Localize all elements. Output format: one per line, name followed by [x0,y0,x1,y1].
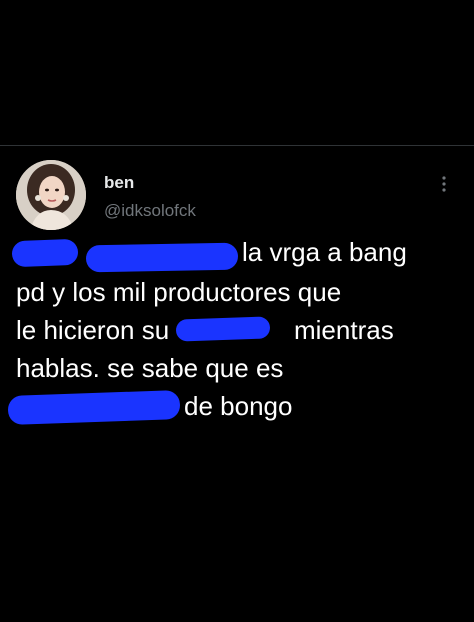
tweet-line-3-end: mientras [294,315,394,345]
avatar-image [16,160,86,230]
redaction-mark [85,242,239,273]
tweet-line-2: pd y los mil productores que [16,277,342,307]
top-divider [0,145,474,146]
more-dots-vertical-icon [442,176,446,192]
redaction-mark [7,390,181,425]
tweet-line-4: hablas. se sabe que es [16,353,284,383]
tweet-line-3-start: le hicieron su [16,315,170,345]
tweet-line-5-end: de bongo [184,391,293,421]
tweet-line-1-text: la vrga a bang [242,237,407,267]
display-name[interactable]: ben [104,173,134,193]
redaction-mark [175,316,271,342]
redaction-mark [11,238,79,268]
user-handle[interactable]: @idksolofck [104,201,196,221]
avatar[interactable] [16,160,86,230]
more-options-button[interactable] [434,172,454,196]
